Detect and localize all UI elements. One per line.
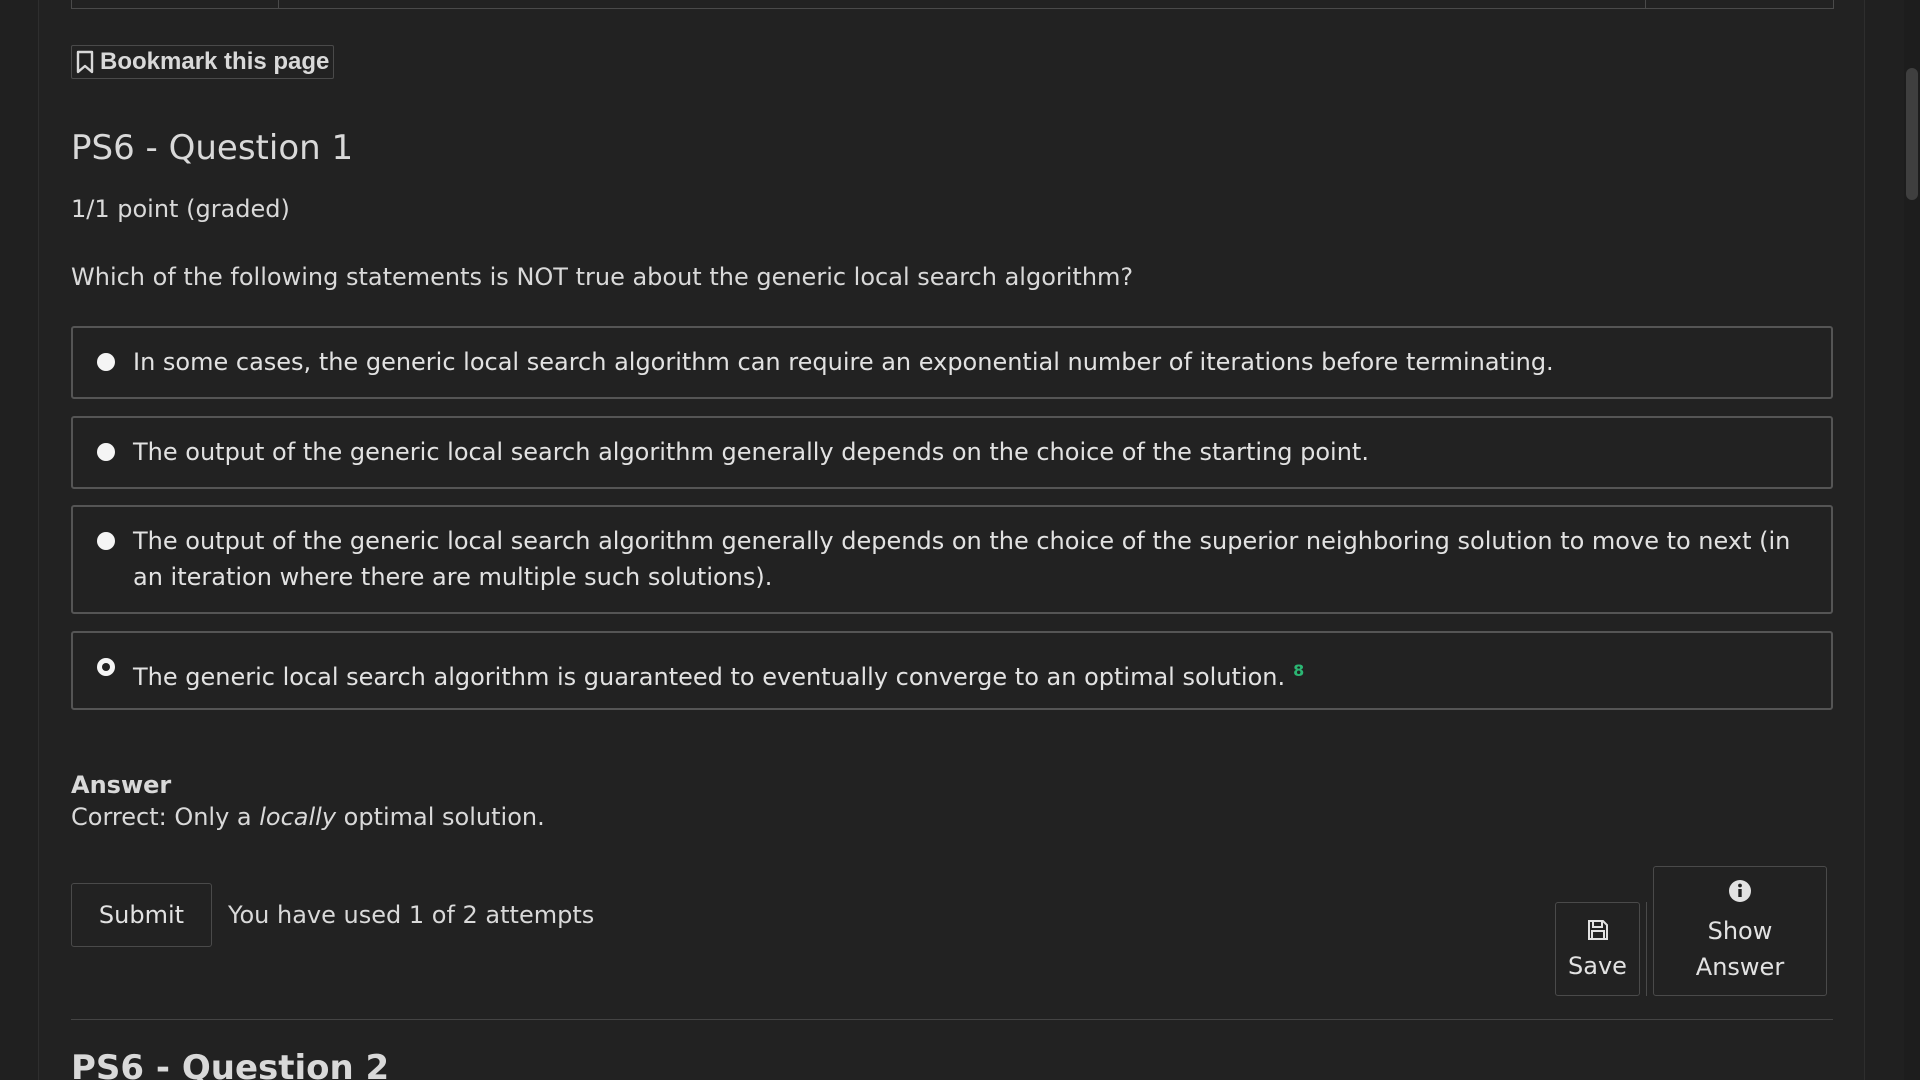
correct-status-icon: 8 (1293, 661, 1305, 680)
button-divider (1646, 902, 1647, 996)
save-label: Save (1568, 952, 1627, 980)
choice-text: The output of the generic local search a… (133, 527, 1791, 591)
choice-option-3[interactable]: The output of the generic local search a… (71, 505, 1833, 614)
choice-option-1[interactable]: In some cases, the generic local search … (71, 326, 1833, 399)
answer-prefix: Correct: Only a (71, 803, 260, 831)
question-points: 1/1 point (graded) (71, 195, 290, 223)
choice-text: The generic local search algorithm is gu… (133, 663, 1286, 691)
radio-button-selected[interactable] (97, 658, 115, 676)
answer-suffix: optimal solution. (336, 803, 545, 831)
choice-option-4[interactable]: The generic local search algorithm is gu… (71, 631, 1833, 710)
show-answer-button[interactable]: Show Answer (1653, 866, 1827, 996)
choice-text: In some cases, the generic local search … (133, 348, 1554, 376)
bookmark-icon (76, 50, 94, 74)
radio-button[interactable] (97, 532, 115, 550)
next-question-title: PS6 - Question 2 (71, 1048, 390, 1080)
bookmark-label: Bookmark this page (100, 48, 330, 75)
left-gutter (0, 0, 39, 1080)
right-gutter (1864, 0, 1904, 1080)
attempts-counter: You have used 1 of 2 attempts (228, 901, 595, 929)
save-icon (1586, 918, 1610, 948)
choice-text: The output of the generic local search a… (133, 438, 1369, 466)
sequence-nav (71, 0, 1834, 9)
radio-button[interactable] (97, 353, 115, 371)
choice-option-2[interactable]: The output of the generic local search a… (71, 416, 1833, 489)
radio-button[interactable] (97, 443, 115, 461)
answer-emphasis: locally (259, 803, 337, 831)
show-answer-label-line2: Answer (1695, 953, 1785, 981)
save-button[interactable]: Save (1555, 902, 1640, 996)
bookmark-button[interactable]: Bookmark this page (71, 45, 335, 79)
question-prompt: Which of the following statements is NOT… (71, 263, 1134, 291)
course-content: Bookmark this page PS6 - Question 1 1/1 … (40, 0, 1864, 1080)
nav-divider (1645, 0, 1646, 8)
choice-text-selected: The generic local search algorithm is gu… (133, 653, 1803, 695)
section-divider (71, 1019, 1833, 1020)
submit-button[interactable]: Submit (71, 883, 212, 947)
info-icon (1728, 877, 1752, 913)
question-title: PS6 - Question 1 (71, 128, 354, 168)
scrollbar-thumb[interactable] (1906, 68, 1918, 200)
show-answer-label-line1: Show (1707, 917, 1773, 945)
answer-label: Answer (71, 771, 172, 799)
answer-explanation: Correct: Only a locally optimal solution… (71, 803, 545, 831)
nav-divider (278, 0, 279, 8)
